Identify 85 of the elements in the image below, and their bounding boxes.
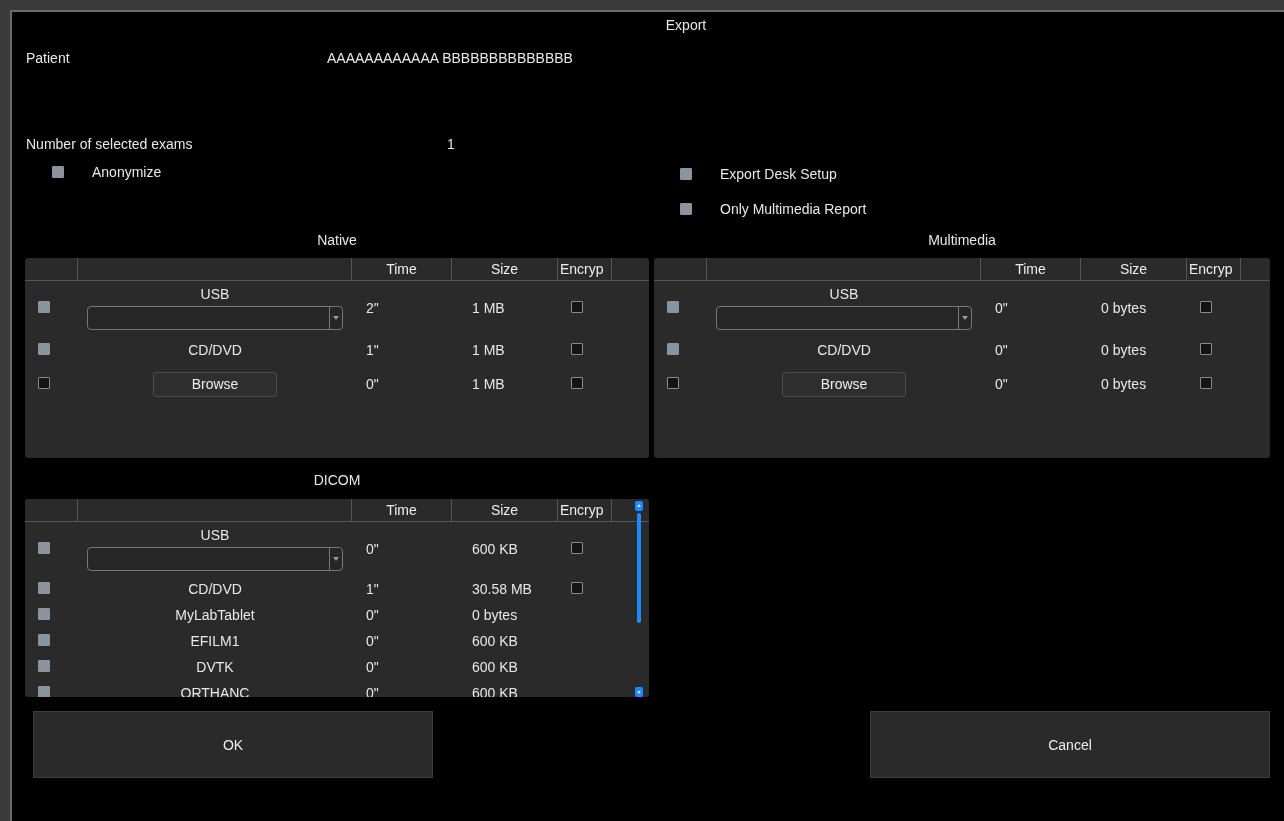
section-title: Multimedia [928, 232, 996, 248]
checkbox[interactable] [680, 168, 692, 180]
caret-icon [962, 315, 968, 320]
device-label: USB [200, 527, 230, 543]
column-header: Encryp [560, 502, 604, 518]
checkbox[interactable] [571, 343, 583, 355]
time-value: 2" [366, 299, 379, 316]
option-label: Export Desk Setup [720, 166, 837, 182]
checkbox[interactable] [571, 377, 583, 389]
size-value: 1 MB [472, 299, 505, 316]
checkbox[interactable] [38, 542, 50, 554]
column-header: Size [490, 502, 519, 518]
checkbox[interactable] [571, 300, 583, 313]
caret-icon [333, 557, 339, 561]
caret-icon [333, 315, 339, 320]
checkbox[interactable] [571, 582, 583, 594]
field-label: Number of selected exams [26, 136, 194, 154]
size-value: 600 KB [472, 659, 518, 675]
time-value: 0" [366, 607, 379, 623]
dialog-title: Export [665, 17, 707, 33]
time-value: 0" [366, 376, 379, 392]
time-value: 1" [366, 581, 379, 597]
size-value: 0 bytes [1101, 376, 1147, 392]
scrollbar[interactable] [635, 501, 643, 697]
patient-name: AAAAAAAAAAAA BBBBBBBBBBBBBB [327, 50, 574, 68]
checkbox[interactable] [38, 582, 50, 594]
column-header: Time [1015, 261, 1046, 277]
checkbox[interactable] [38, 686, 50, 697]
time-value: 0" [995, 342, 1008, 358]
checkbox[interactable] [667, 343, 679, 355]
dropdown[interactable] [716, 305, 972, 330]
size-value: 0 bytes [1101, 342, 1147, 358]
time-value: 0" [995, 299, 1008, 316]
device-label: CD/DVD [817, 342, 871, 358]
device-label: EFILM1 [190, 633, 240, 649]
checkbox[interactable] [38, 343, 50, 355]
device-label: USB [829, 285, 859, 302]
size-value: 30.58 MB [472, 581, 532, 597]
checkbox[interactable] [1200, 300, 1212, 313]
checkbox[interactable] [667, 300, 679, 313]
checkbox[interactable] [38, 377, 50, 389]
section-title: DICOM [313, 472, 361, 488]
column-header: Size [1119, 261, 1148, 277]
size-value: 600 KB [472, 633, 518, 649]
size-value: 1 MB [472, 342, 505, 358]
column-header: Time [386, 261, 417, 277]
column-header: Encryp [1189, 261, 1233, 277]
checkbox[interactable] [38, 300, 50, 313]
device-label: CD/DVD [188, 342, 242, 358]
time-value: 0" [366, 541, 379, 557]
option-label: Anonymize [92, 164, 162, 180]
checkbox[interactable] [38, 634, 50, 646]
dropdown[interactable] [87, 305, 343, 330]
size-value: 0 bytes [472, 607, 518, 623]
field-label: Patient [26, 50, 71, 68]
checkbox[interactable] [52, 166, 64, 178]
size-value: 0 bytes [1101, 299, 1147, 316]
checkbox[interactable] [667, 377, 679, 389]
size-value: 600 KB [472, 541, 518, 557]
checkbox[interactable] [38, 608, 50, 620]
ok-button[interactable]: OK [33, 711, 433, 778]
device-label: USB [200, 285, 230, 302]
size-value: 1 MB [472, 376, 505, 392]
checkbox[interactable] [1200, 377, 1212, 389]
checkbox[interactable] [680, 203, 692, 215]
time-value: 0" [995, 376, 1008, 392]
column-header: Time [386, 502, 417, 518]
browse-button[interactable]: Browse [153, 371, 277, 397]
time-value: 1" [366, 342, 379, 358]
cancel-button[interactable]: Cancel [870, 711, 1270, 778]
dropdown[interactable] [87, 547, 343, 571]
time-value: 0" [366, 659, 379, 675]
checkbox[interactable] [1200, 343, 1212, 355]
device-label: CD/DVD [188, 581, 242, 597]
exam-count: 1 [447, 136, 456, 154]
checkbox[interactable] [571, 542, 583, 554]
section-title: Native [317, 232, 357, 248]
time-value: 0" [366, 633, 379, 649]
column-header: Size [490, 261, 519, 277]
option-label: Only Multimedia Report [720, 201, 867, 217]
device-label: DVTK [196, 659, 234, 675]
browse-button[interactable]: Browse [782, 371, 906, 397]
column-header: Encryp [560, 261, 604, 277]
checkbox[interactable] [38, 660, 50, 672]
device-label: MyLabTablet [175, 607, 255, 623]
